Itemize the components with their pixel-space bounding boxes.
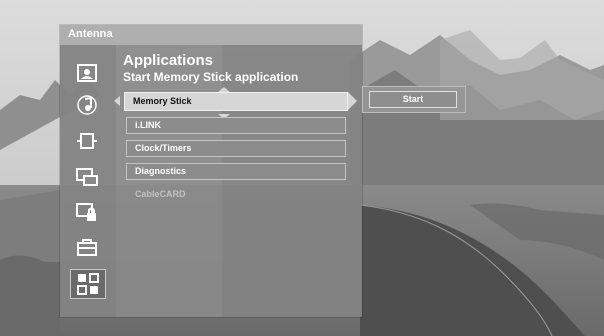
toolbox-icon[interactable]	[75, 235, 99, 259]
menu-item-ilink[interactable]: i.LINK	[126, 117, 346, 134]
photo-icon[interactable]	[75, 61, 99, 85]
panel-header: Antenna	[60, 25, 362, 45]
menu-item-clock-timers[interactable]: Clock/Timers	[126, 140, 346, 157]
left-arrow-icon	[114, 96, 120, 106]
start-popup: Start	[362, 86, 466, 113]
music-icon[interactable]	[75, 93, 99, 117]
menu-item-diagnostics[interactable]: Diagnostics	[126, 163, 346, 180]
parental-lock-icon[interactable]	[75, 200, 99, 224]
section-heading: Applications	[123, 52, 214, 69]
input-source-title: Antenna	[68, 28, 113, 40]
tv-channel-icon[interactable]	[75, 165, 99, 189]
applications-icon[interactable]	[70, 269, 106, 299]
menu-item-memory-stick[interactable]: Memory Stick	[124, 92, 348, 111]
panel-shade-zone	[222, 45, 362, 317]
section-description: Start Memory Stick application	[123, 70, 299, 84]
video-icon[interactable]	[75, 129, 99, 153]
menu-panel: Antenna Applications Start Memory Stick …	[60, 25, 362, 317]
right-arrow-icon	[348, 92, 357, 110]
menu-item-cablecard: CableCARD	[135, 189, 186, 199]
start-button[interactable]: Start	[369, 91, 457, 108]
